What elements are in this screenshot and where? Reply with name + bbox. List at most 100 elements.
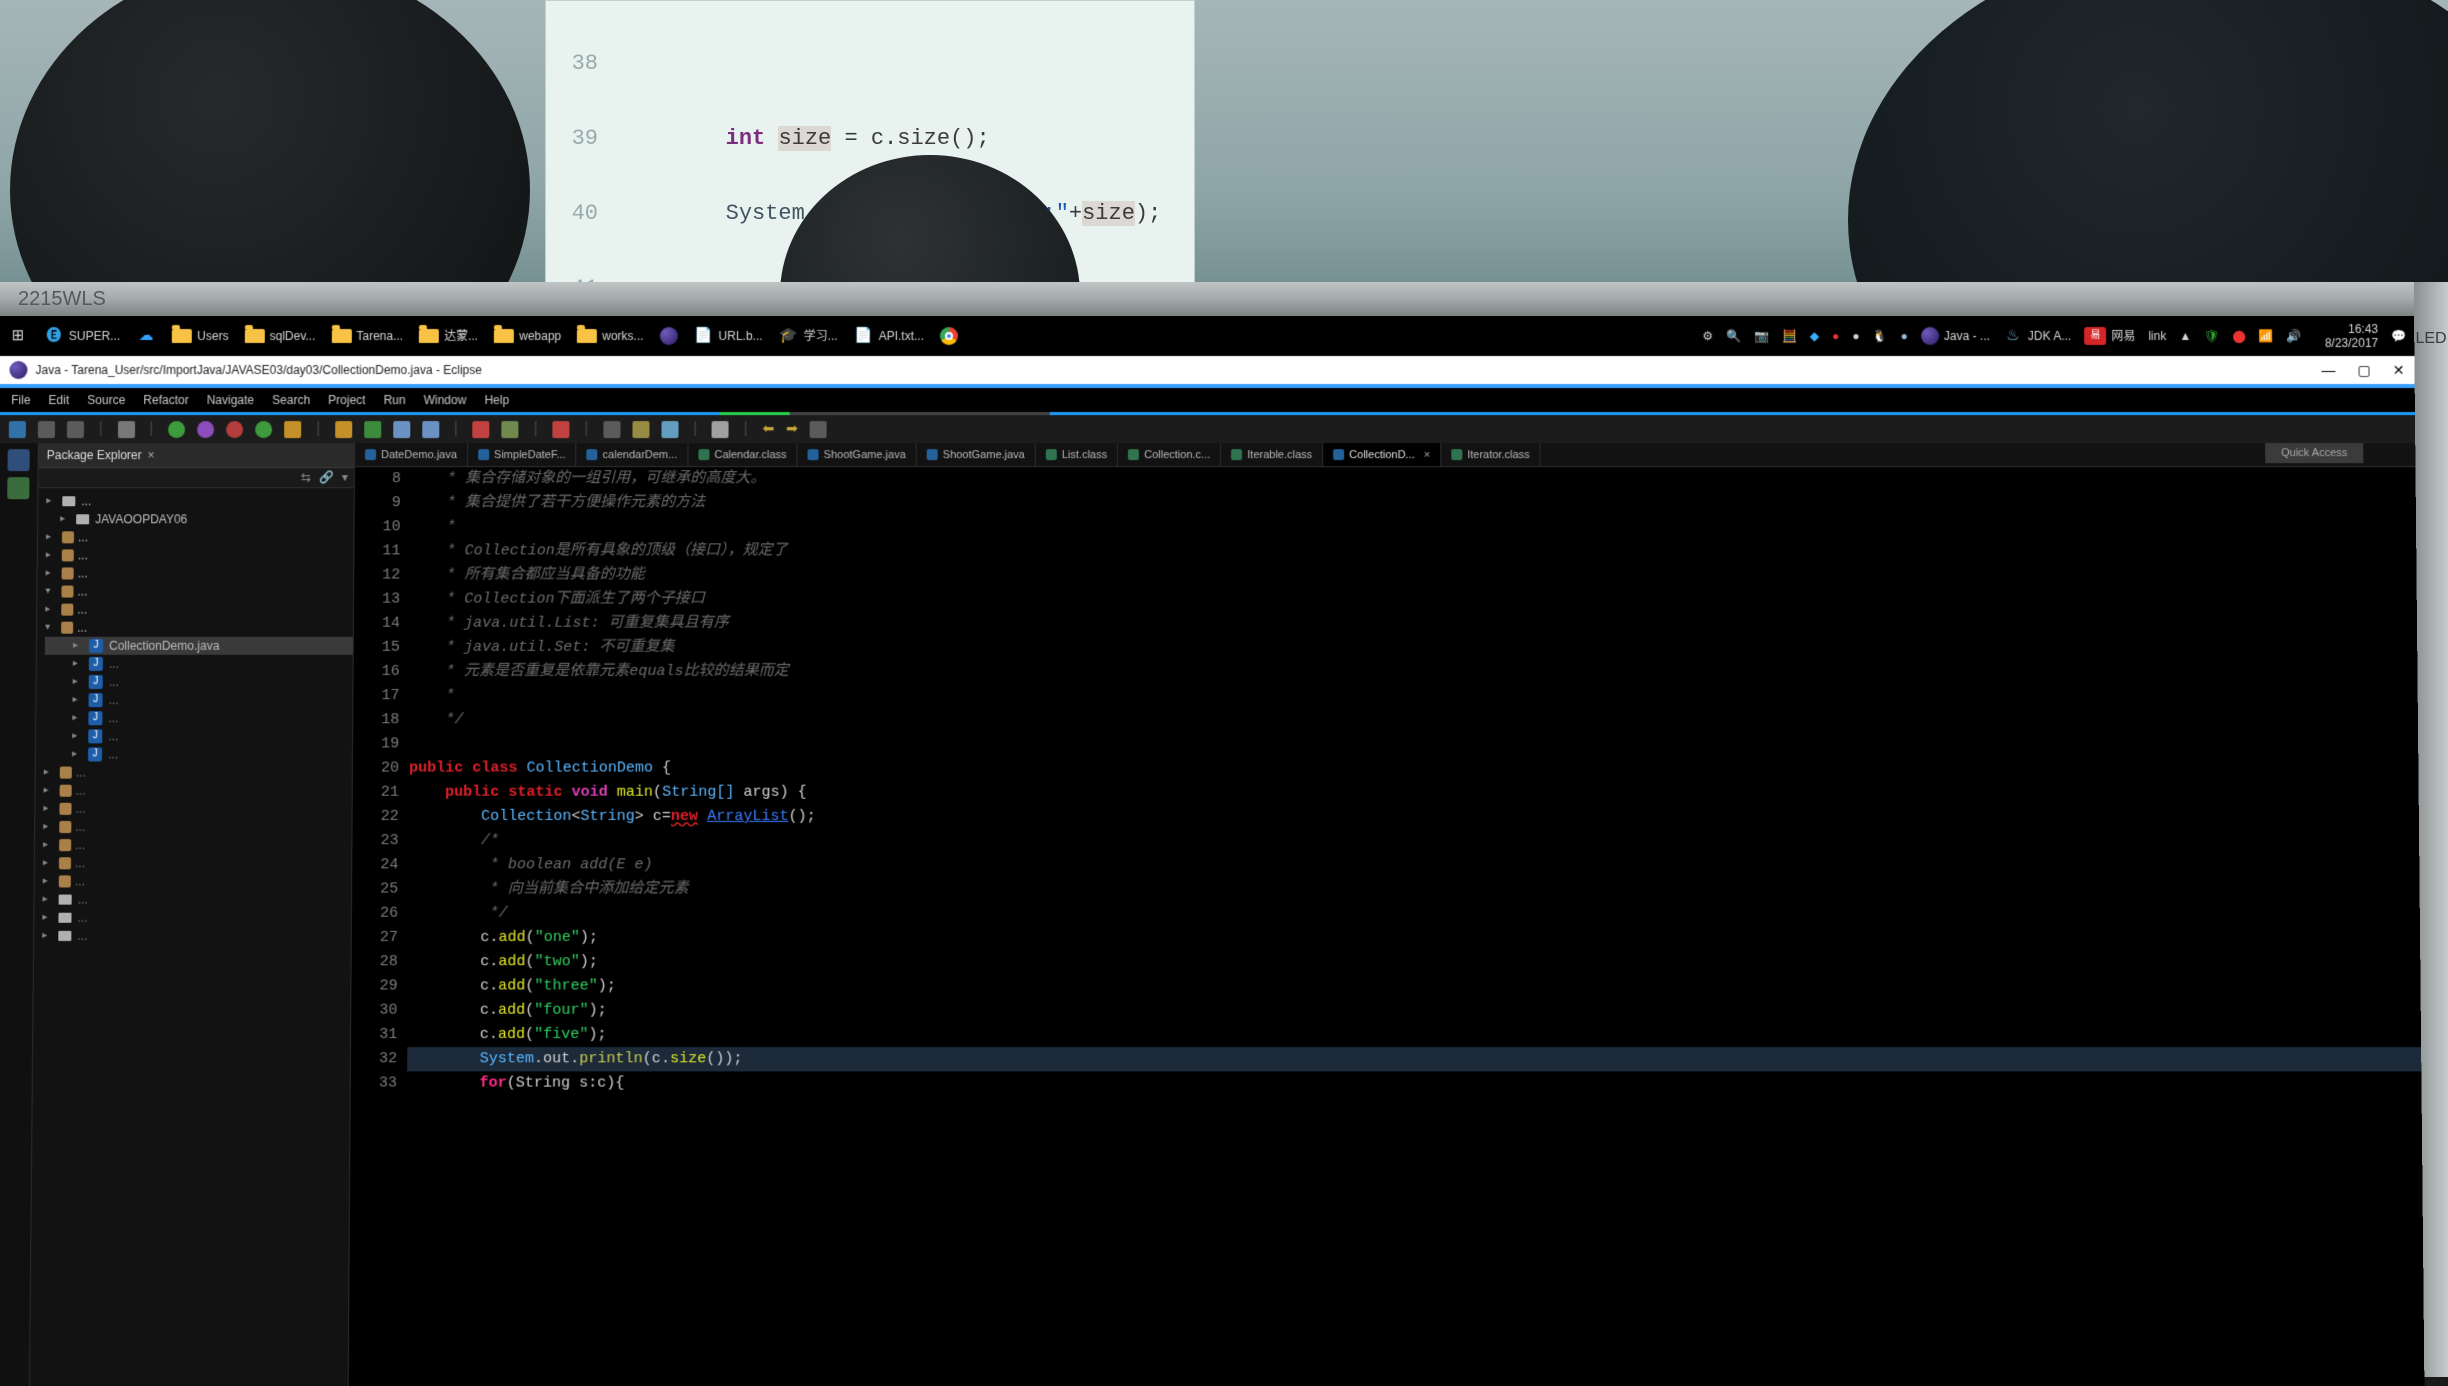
search-button[interactable] [712,421,729,438]
editor-tab[interactable]: Calendar.class [688,443,797,466]
stop-button[interactable] [226,421,243,438]
tray-icon[interactable]: 💬 [2391,329,2406,343]
tree-node[interactable]: ▸J... [44,727,352,745]
tree-node[interactable]: ▸J... [44,709,352,727]
tree-node[interactable]: ▸JAVAOOPDAY06 [46,510,354,528]
tray-link[interactable]: link [2148,329,2166,343]
run-last-button[interactable] [255,421,272,438]
tree-node[interactable]: ▸... [43,800,351,818]
editor-tab[interactable]: ShootGame.java [798,443,917,466]
taskbar-ie[interactable]: 🅔SUPER... [44,326,121,346]
tray-icon[interactable]: ⚙ [1702,329,1713,343]
taskbar-folder[interactable]: 达蒙... [419,329,478,343]
taskbar-eclipse[interactable] [659,327,677,345]
close-icon[interactable]: × [147,446,154,464]
maximize-button[interactable]: ▢ [2357,356,2371,384]
minimize-button[interactable]: — [2321,356,2335,384]
view-icon[interactable] [7,477,29,499]
menu-search[interactable]: Search [272,388,310,412]
save-button[interactable] [38,421,55,438]
tray-icon[interactable]: 🛡 [2204,329,2219,343]
menu-edit[interactable]: Edit [48,388,69,412]
editor-tab[interactable]: Collection.c... [1118,443,1221,466]
editor-tab[interactable]: List.class [1036,443,1118,466]
view-icon[interactable] [7,449,29,471]
tree-node[interactable]: ▸... [45,601,353,619]
toolbar-button[interactable] [393,421,410,438]
close-button[interactable]: ✕ [2393,356,2405,384]
tray-icon[interactable]: ⬤ [2232,329,2246,343]
tray-icon[interactable]: ● [1901,329,1908,343]
editor-tab[interactable]: DateDemo.java [355,443,468,466]
tray-icon[interactable]: ● [1852,329,1859,343]
editor-tab[interactable]: ShootGame.java [917,443,1036,466]
tree-node[interactable]: ▸... [43,854,352,872]
tree-node[interactable]: ▸... [43,818,351,836]
tree-node[interactable]: ▸... [43,782,351,800]
editor-tab-active[interactable]: CollectionD...× [1323,443,1441,466]
editor-tab[interactable]: Iterator.class [1441,443,1541,466]
taskbar-api[interactable]: 📄API.txt... [854,326,924,346]
tree-node[interactable]: ▸... [46,492,354,510]
menu-window[interactable]: Window [424,388,467,412]
tree-node[interactable]: ▸J... [45,655,353,673]
start-button[interactable]: ⊞ [8,326,28,346]
new-class-button[interactable] [364,421,381,438]
toolbar-button[interactable] [810,421,827,438]
code-editor[interactable]: 8910111213141516171819202122232425262728… [349,467,2425,1386]
toolbar-button[interactable] [284,421,301,438]
tree-node[interactable]: ▾... [45,583,353,601]
tree-node[interactable]: ▸J... [44,673,352,691]
tree-node[interactable]: ▸... [43,872,352,890]
toolbar-button[interactable] [552,421,569,438]
package-explorer-tab[interactable]: Package Explorer× [39,443,355,468]
menu-help[interactable]: Help [484,388,509,412]
editor-tab[interactable]: calendarDem... [577,443,689,466]
tray-icon[interactable]: 📷 [1754,329,1769,343]
eclipse-titlebar[interactable]: Java - Tarena_User/src/ImportJava/JAVASE… [0,356,2415,384]
tree-node[interactable]: ▸... [46,528,354,546]
tree-node[interactable]: ▸... [42,927,351,945]
menu-navigate[interactable]: Navigate [207,388,255,412]
taskbar-folder-sqldev[interactable]: sqlDev... [244,329,315,343]
menu-refactor[interactable]: Refactor [143,388,189,412]
menu-file[interactable]: File [11,388,31,412]
editor-tab[interactable]: SimpleDateF... [468,443,577,466]
toolbar-button[interactable] [118,421,135,438]
tree-node[interactable]: ▸... [44,764,352,782]
tray-java[interactable]: Java - ... [1921,327,1990,345]
menu-project[interactable]: Project [328,388,366,412]
taskbar-folder-users[interactable]: Users [172,329,228,343]
tree-node[interactable]: ▸... [46,564,354,582]
tray-netease[interactable]: 易网易 [2084,327,2135,345]
quick-access[interactable]: Quick Access [2265,443,2363,463]
tree-node[interactable]: ▸... [46,546,354,564]
toolbar-button[interactable] [473,421,490,438]
run-button[interactable] [168,421,185,438]
link-editor-icon[interactable]: 🔗 [319,468,334,487]
code-content[interactable]: * 集合存储对象的一组引用，可继承的高度大。 * 集合提供了若干方便操作元素的方… [405,467,2424,1386]
debug-button[interactable] [197,421,214,438]
menu-run[interactable]: Run [384,388,406,412]
tray-icon[interactable]: 🐧 [1873,329,1888,343]
taskbar-folder-webapp[interactable]: webapp [494,329,561,343]
new-button[interactable] [9,421,26,438]
menu-source[interactable]: Source [87,388,125,412]
taskbar-folder-tarena[interactable]: Tarena... [331,329,403,343]
view-menu-icon[interactable]: ▾ [342,468,348,487]
tray-icon[interactable]: ● [1832,329,1839,343]
back-button[interactable]: ⬅ [762,421,774,438]
taskbar-folder-works[interactable]: works... [577,329,643,343]
tray-icon[interactable]: ▲ [2179,329,2191,343]
toolbar-button[interactable] [632,421,649,438]
tray-jdk[interactable]: ♨JDK A... [2003,326,2072,346]
tree-node-selected[interactable]: ▸JCollectionDemo.java [45,637,353,655]
tray-icon[interactable]: 🔊 [2287,329,2302,343]
taskbar-item[interactable]: ☁ [136,326,156,346]
tray-icon[interactable]: 🔍 [1726,329,1741,343]
toolbar-button[interactable] [603,421,620,438]
close-icon[interactable]: × [1424,443,1430,467]
tree-node[interactable]: ▸J... [44,745,352,763]
taskbar-chrome[interactable] [940,327,958,345]
tree-node[interactable]: ▸... [42,909,351,927]
